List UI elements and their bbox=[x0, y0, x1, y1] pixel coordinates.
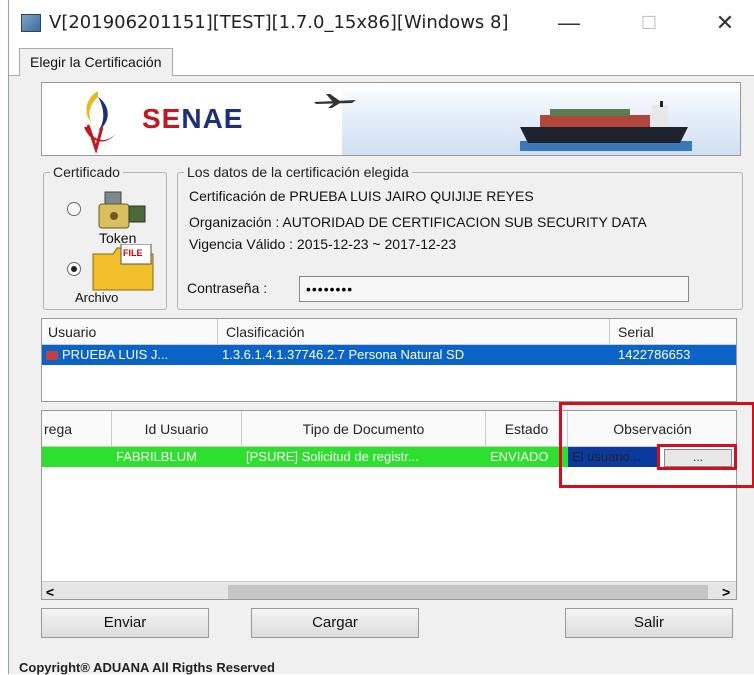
copyright-status: Copyright® ADUANA All Rigths Reserved bbox=[19, 660, 275, 675]
brand-part-2: NAE bbox=[181, 103, 244, 134]
file-badge: FILE bbox=[123, 248, 143, 258]
airplane-icon bbox=[314, 94, 356, 108]
senae-brand: SENAE bbox=[142, 103, 243, 135]
column-header-serial[interactable]: Serial bbox=[610, 319, 736, 345]
column-header-id-usuario[interactable]: Id Usuario bbox=[112, 411, 242, 447]
cargar-button[interactable]: Cargar bbox=[251, 608, 419, 638]
logo-area: SENAE bbox=[42, 83, 342, 155]
senae-banner: SENAE bbox=[41, 82, 741, 156]
archivo-label: Archivo bbox=[75, 290, 119, 305]
cell-tipo-documento: [PSURE] Solicitud de registr... bbox=[246, 449, 419, 464]
highlight-box-detail-button bbox=[657, 444, 737, 470]
certificate-icon bbox=[46, 351, 58, 360]
column-header-tipo-documento[interactable]: Tipo de Documento bbox=[242, 411, 486, 447]
certificado-legend: Certificado bbox=[53, 164, 120, 180]
vigencia-text: Vigencia Válido : 2015-12-23 ~ 2017-12-2… bbox=[189, 236, 457, 252]
password-label: Contraseña : bbox=[187, 280, 268, 296]
minimize-button[interactable]: — bbox=[549, 6, 589, 40]
cargo-ship-icon bbox=[520, 101, 692, 151]
tab-elegir-certificacion[interactable]: Elegir la Certificación bbox=[19, 48, 173, 76]
organizacion-text: Organización : AUTORIDAD DE CERTIFICACIO… bbox=[189, 214, 647, 230]
scroll-thumb[interactable] bbox=[228, 585, 708, 599]
cell-id-usuario: FABRILBLUM bbox=[116, 449, 197, 464]
maximize-button[interactable]: ☐ bbox=[629, 6, 669, 40]
scroll-left-icon[interactable]: < bbox=[46, 582, 54, 599]
scroll-right-icon[interactable]: > bbox=[722, 582, 730, 599]
users-table: Usuario Clasificación Serial PRUEBA LUIS… bbox=[41, 318, 737, 402]
token-usb-icon bbox=[98, 191, 146, 229]
password-field[interactable]: •••••••• bbox=[299, 276, 689, 302]
column-header-usuario[interactable]: Usuario bbox=[42, 319, 218, 345]
token-radio[interactable] bbox=[67, 202, 81, 216]
cell-clasificacion: 1.3.6.1.4.1.37746.2.7 Persona Natural SD bbox=[222, 347, 465, 362]
column-header-clasificacion[interactable]: Clasificación bbox=[218, 319, 610, 345]
window-title: V[201906201151][TEST][1.7.0_15x86][Windo… bbox=[49, 12, 509, 33]
tab-strip: Elegir la Certificación bbox=[9, 46, 754, 76]
cell-usuario: PRUEBA LUIS J... bbox=[62, 347, 169, 362]
cell-serial: 1422786653 bbox=[618, 347, 691, 362]
enviar-button[interactable]: Enviar bbox=[41, 608, 209, 638]
datos-legend: Los datos de la certificación elegida bbox=[187, 164, 409, 180]
cell-estado: ENVIADO bbox=[490, 449, 549, 464]
column-header-estado[interactable]: Estado bbox=[486, 411, 568, 447]
table-row-document[interactable]: FABRILBLUM [PSURE] Solicitud de registr.… bbox=[42, 447, 568, 467]
app-icon bbox=[21, 14, 41, 32]
certificacion-text: Certificación de PRUEBA LUIS JAIRO QUIJI… bbox=[189, 188, 534, 204]
brand-part-1: SE bbox=[142, 103, 182, 134]
salir-button[interactable]: Salir bbox=[565, 608, 733, 638]
senae-emblem-icon bbox=[84, 91, 116, 153]
table-row-selected[interactable]: PRUEBA LUIS J... 1.3.6.1.4.1.37746.2.7 P… bbox=[42, 345, 736, 365]
archivo-radio[interactable] bbox=[67, 262, 81, 276]
column-header-entrega[interactable]: rega bbox=[42, 411, 112, 447]
horizontal-scrollbar[interactable]: < > bbox=[42, 581, 736, 599]
title-bar: V[201906201151][TEST][1.7.0_15x86][Windo… bbox=[9, 0, 754, 46]
application-window: V[201906201151][TEST][1.7.0_15x86][Windo… bbox=[8, 0, 754, 675]
close-button[interactable]: ✕ bbox=[705, 6, 745, 40]
